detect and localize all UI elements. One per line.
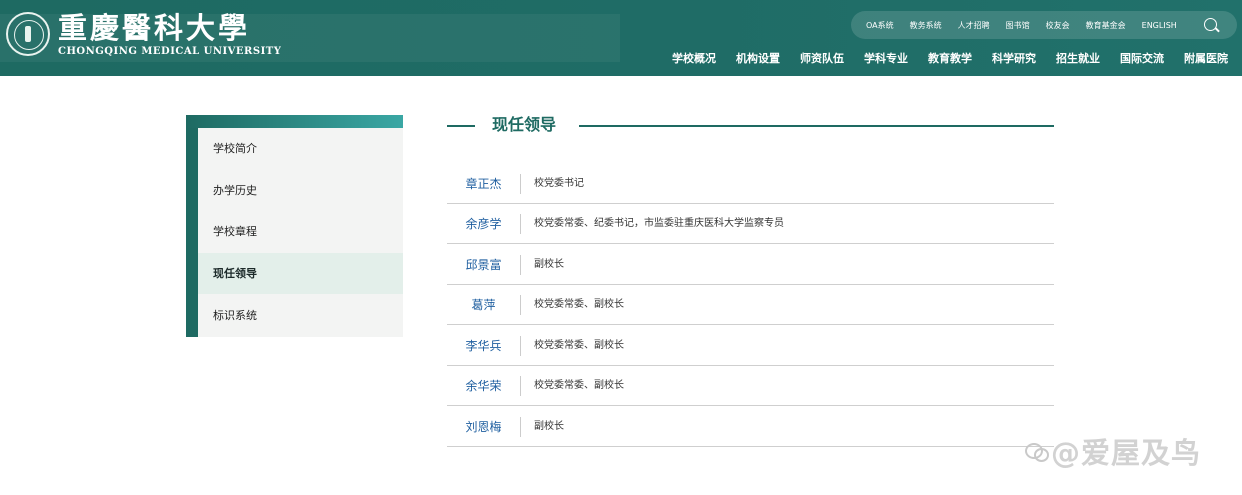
logo-chinese-name[interactable]: 重慶醫科大學: [58, 12, 250, 44]
leader-name[interactable]: 余彦学: [447, 204, 520, 244]
nav-item-education[interactable]: 教育教学: [928, 50, 972, 66]
title-rule-right: [579, 125, 1054, 127]
sidebar-item-intro[interactable]: 学校简介: [198, 128, 403, 169]
util-link-library[interactable]: 图书馆: [1006, 20, 1030, 31]
leader-row: 刘恩梅 副校长: [447, 407, 1054, 447]
logo-english-name[interactable]: CHONGQING MEDICAL UNIVERSITY: [58, 46, 281, 57]
leader-name[interactable]: 邱景富: [447, 245, 520, 285]
sidebar-item-charter[interactable]: 学校章程: [198, 211, 403, 252]
leader-name[interactable]: 余华荣: [447, 366, 520, 406]
util-link-foundation[interactable]: 教育基金会: [1086, 20, 1126, 31]
util-link-alumni[interactable]: 校友会: [1046, 20, 1070, 31]
title-rule-left: [447, 125, 475, 127]
util-link-english[interactable]: ENGLISH: [1142, 21, 1177, 30]
nav-item-faculty[interactable]: 师资队伍: [800, 50, 844, 66]
leader-row: 邱景富 副校长: [447, 245, 1054, 285]
leader-row: 章正杰 校党委书记: [447, 164, 1054, 204]
sidebar-accent-bar: [186, 115, 198, 337]
page-title: 现任领导: [492, 115, 557, 134]
nav-item-overview[interactable]: 学校概况: [672, 50, 716, 66]
util-link-academic-affairs[interactable]: 教务系统: [910, 20, 942, 31]
row-divider: [520, 174, 521, 194]
main-nav: 学校概况 机构设置 师资队伍 学科专业 教育教学 科学研究 招生就业 国际交流 …: [652, 50, 1228, 66]
sidebar-top-bar: [186, 115, 403, 128]
leader-position: 副校长: [534, 421, 564, 432]
row-divider: [520, 255, 521, 275]
leader-position: 校党委常委、纪委书记，市监委驻重庆医科大学监察专员: [534, 218, 784, 229]
leader-position: 副校长: [534, 259, 564, 270]
leader-name[interactable]: 李华兵: [447, 326, 520, 366]
nav-item-hospitals[interactable]: 附属医院: [1184, 50, 1228, 66]
sidebar-item-leaders[interactable]: 现任领导: [198, 253, 403, 294]
watermark-text: @爱屋及鸟: [1051, 436, 1202, 470]
nav-item-international[interactable]: 国际交流: [1120, 50, 1164, 66]
university-seal-icon[interactable]: [6, 12, 50, 56]
row-divider: [520, 336, 521, 356]
nav-item-research[interactable]: 科学研究: [992, 50, 1036, 66]
leader-row: 余华荣 校党委常委、副校长: [447, 366, 1054, 406]
row-divider: [520, 295, 521, 315]
leader-name[interactable]: 章正杰: [447, 164, 520, 204]
leader-position: 校党委常委、副校长: [534, 380, 624, 391]
util-link-recruitment[interactable]: 人才招聘: [958, 20, 990, 31]
leader-row: 余彦学 校党委常委、纪委书记，市监委驻重庆医科大学监察专员: [447, 204, 1054, 244]
leader-row: 李华兵 校党委常委、副校长: [447, 326, 1054, 366]
row-divider: [520, 214, 521, 234]
sidebar: 学校简介 办学历史 学校章程 现任领导 标识系统: [186, 115, 403, 337]
row-divider: [520, 417, 521, 437]
leader-position: 校党委书记: [534, 178, 584, 189]
leader-name[interactable]: 葛萍: [447, 285, 520, 325]
leader-name[interactable]: 刘恩梅: [447, 407, 520, 447]
leader-position: 校党委常委、副校长: [534, 340, 624, 351]
search-icon[interactable]: [1204, 18, 1217, 31]
site-header: 重慶醫科大學 CHONGQING MEDICAL UNIVERSITY OA系统…: [0, 0, 1242, 76]
watermark-logo-icon: [1023, 440, 1049, 462]
sidebar-item-history[interactable]: 办学历史: [198, 170, 403, 211]
nav-item-admissions[interactable]: 招生就业: [1056, 50, 1100, 66]
watermark: @爱屋及鸟: [1023, 433, 1202, 470]
leader-position: 校党委常委、副校长: [534, 299, 624, 310]
nav-item-disciplines[interactable]: 学科专业: [864, 50, 908, 66]
sidebar-item-identity[interactable]: 标识系统: [198, 295, 403, 336]
utility-bar: OA系统 教务系统 人才招聘 图书馆 校友会 教育基金会 ENGLISH: [851, 11, 1237, 39]
row-divider: [520, 376, 521, 396]
leader-row: 葛萍 校党委常委、副校长: [447, 285, 1054, 325]
nav-item-organization[interactable]: 机构设置: [736, 50, 780, 66]
util-link-oa[interactable]: OA系统: [866, 20, 894, 31]
